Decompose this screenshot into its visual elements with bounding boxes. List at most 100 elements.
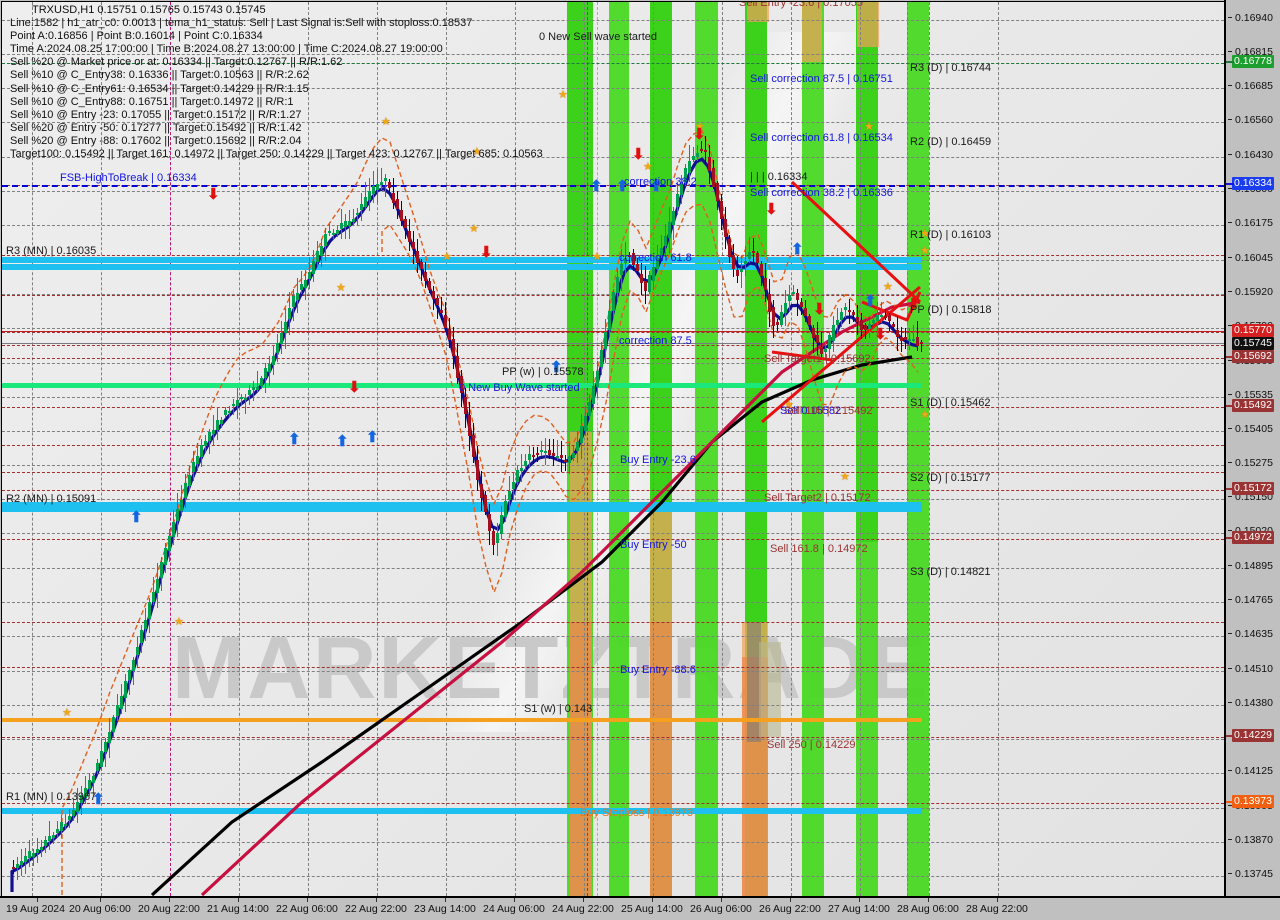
candle-body xyxy=(860,320,863,330)
level-label-r1mn: R1 (MN) | 0.13967 xyxy=(6,791,97,803)
candle-body xyxy=(36,848,39,854)
candle-body xyxy=(648,275,651,292)
candle-body xyxy=(852,311,855,315)
price-tick-label: 0.13745 xyxy=(1235,868,1273,880)
candle-body xyxy=(576,442,579,452)
price-tick-label: 0.13870 xyxy=(1235,834,1273,846)
candle-body xyxy=(868,323,871,330)
time-tick-label: 28 Aug 06:00 xyxy=(897,903,959,915)
sell-arrow-marker: ⬇ xyxy=(207,186,220,203)
level-label-s1d: S1 (D) | 0.15462 xyxy=(910,397,991,409)
candle-body xyxy=(636,264,639,271)
candle-body xyxy=(816,334,819,344)
candle-body xyxy=(320,245,323,256)
candle-body xyxy=(724,219,727,237)
candle-body xyxy=(620,263,623,276)
candle-wick xyxy=(793,284,794,297)
candle-body xyxy=(900,337,903,341)
candle-body xyxy=(608,310,611,330)
time-tick-label: 23 Aug 14:00 xyxy=(414,903,476,915)
candle-body xyxy=(336,229,339,234)
price-badge: 0.15745 xyxy=(1232,337,1274,350)
candle-body xyxy=(256,386,259,390)
tick-mark xyxy=(1228,428,1232,429)
candle-body xyxy=(452,339,455,357)
candle-wick xyxy=(301,270,302,294)
candle-body xyxy=(200,445,203,458)
buy-arrow-marker: ⬆ xyxy=(864,293,877,310)
candle-wick xyxy=(249,385,250,406)
candle-body xyxy=(348,220,351,226)
tick-mark xyxy=(1228,222,1232,223)
candle-body xyxy=(804,308,807,316)
candle-body xyxy=(792,292,795,295)
tick-mark xyxy=(1228,770,1232,771)
candle-body xyxy=(544,451,547,453)
star-marker: ★ xyxy=(592,251,602,263)
candle-body xyxy=(756,253,759,263)
candle-body xyxy=(540,449,543,452)
candle-body xyxy=(280,332,283,344)
time-tick-mark xyxy=(790,898,791,902)
candle-body xyxy=(784,302,787,313)
candle-body xyxy=(612,291,615,311)
candle-body xyxy=(128,669,131,681)
annotation-buy-entry-886: Buy Entry -88.6 xyxy=(620,664,696,676)
time-axis[interactable]: 19 Aug 2024 20 Aug 06:00 20 Aug 22:00 21 Au… xyxy=(0,896,1280,920)
time-tick-label: 26 Aug 22:00 xyxy=(759,903,821,915)
candle-body xyxy=(708,156,711,171)
candle-body xyxy=(212,429,215,434)
time-tick-mark xyxy=(169,898,170,902)
chart-info-line: Sell %10 @ Entry -23: 0.17055 || Target:… xyxy=(10,108,302,121)
tick-mark xyxy=(1228,119,1232,120)
candle-body xyxy=(768,293,771,312)
indicator-line xyxy=(10,157,919,892)
annotation-sell-corr-875: Sell correction 87.5 | 0.16751 xyxy=(750,73,893,85)
time-tick-label: 25 Aug 14:00 xyxy=(621,903,683,915)
star-marker: ★ xyxy=(336,282,346,294)
price-badge: 0.13973 xyxy=(1232,795,1274,808)
price-badge: 0.15692 xyxy=(1232,350,1274,363)
candle-body xyxy=(920,342,923,345)
candle-body xyxy=(144,620,147,629)
candle-body xyxy=(384,177,387,182)
candle-body xyxy=(208,431,211,441)
annotation-new-sell-wave: 0 New Sell wave started xyxy=(539,31,657,43)
buy-arrow-marker: ⬆ xyxy=(791,241,804,258)
candle-body xyxy=(836,319,839,325)
sell-arrow-marker: ⬇ xyxy=(348,379,361,396)
candle-body xyxy=(864,325,867,330)
candle-body xyxy=(272,355,275,366)
price-axis[interactable]: 0.169400.168150.166850.165600.164300.163… xyxy=(1224,0,1280,913)
level-label-r2mn: R2 (MN) | 0.15091 xyxy=(6,493,97,505)
candle-wick xyxy=(881,301,882,323)
candle-body xyxy=(832,324,835,342)
candle-body xyxy=(376,183,379,190)
candle-body xyxy=(220,419,223,424)
candle-body xyxy=(184,482,187,499)
annotation-buy-stoploss: Buy Stoploss | 0.13973 xyxy=(580,807,693,819)
chart-plot-area[interactable]: MARKETZTRADE ★ ★ ★ ★ ★ ★ ★ ★ ★ ★ ★ ★ ★ ★ ★ ★ ★ ★ ⬆ ⬆ ⬆ ⬆ ⬆ ⬆ ⬆ ⬆ ⬆… xyxy=(1,1,1224,896)
candle-body xyxy=(604,332,607,350)
chart-info-line: Sell %10 @ C_Entry61: 0.16534 || Target:… xyxy=(10,82,309,95)
candle-body xyxy=(136,647,139,656)
candle-body xyxy=(424,271,427,281)
time-tick-label: 20 Aug 22:00 xyxy=(138,903,200,915)
candle-body xyxy=(668,222,671,238)
candle-body xyxy=(228,410,231,414)
candle-body xyxy=(88,780,91,789)
candle-body xyxy=(524,461,527,467)
buy-arrow-marker: ⬆ xyxy=(366,429,379,446)
tick-mark xyxy=(1228,257,1232,258)
annotation-correction-875: correction 87.5 xyxy=(619,335,692,347)
level-label-ppw: PP (w) | 0.15578 xyxy=(502,366,584,378)
candle-body xyxy=(328,231,331,234)
candle-body xyxy=(596,371,599,387)
candle-body xyxy=(244,397,247,400)
candle-body xyxy=(76,802,79,813)
chart-info-line: Sell %20 @ Entry -88: 0.17602 || Target:… xyxy=(10,134,302,147)
candle-body xyxy=(536,452,539,456)
candle-body xyxy=(428,281,431,290)
candle-body xyxy=(164,548,167,566)
candle-body xyxy=(776,322,779,326)
